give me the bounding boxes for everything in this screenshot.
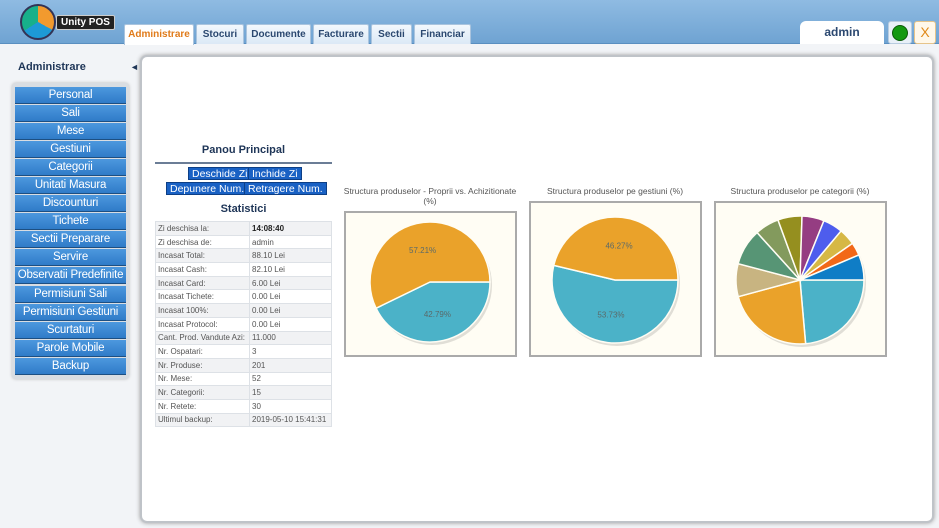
slice-label: 53.73% [597, 310, 624, 319]
pie-charts: 42.79% 57.21% 53.73% 46.27% [369, 215, 866, 347]
slice-label: 42.79% [424, 310, 451, 319]
pie-slice[interactable] [799, 279, 865, 345]
slice-label: 46.27% [605, 242, 632, 251]
slice-label: 57.21% [409, 246, 436, 255]
